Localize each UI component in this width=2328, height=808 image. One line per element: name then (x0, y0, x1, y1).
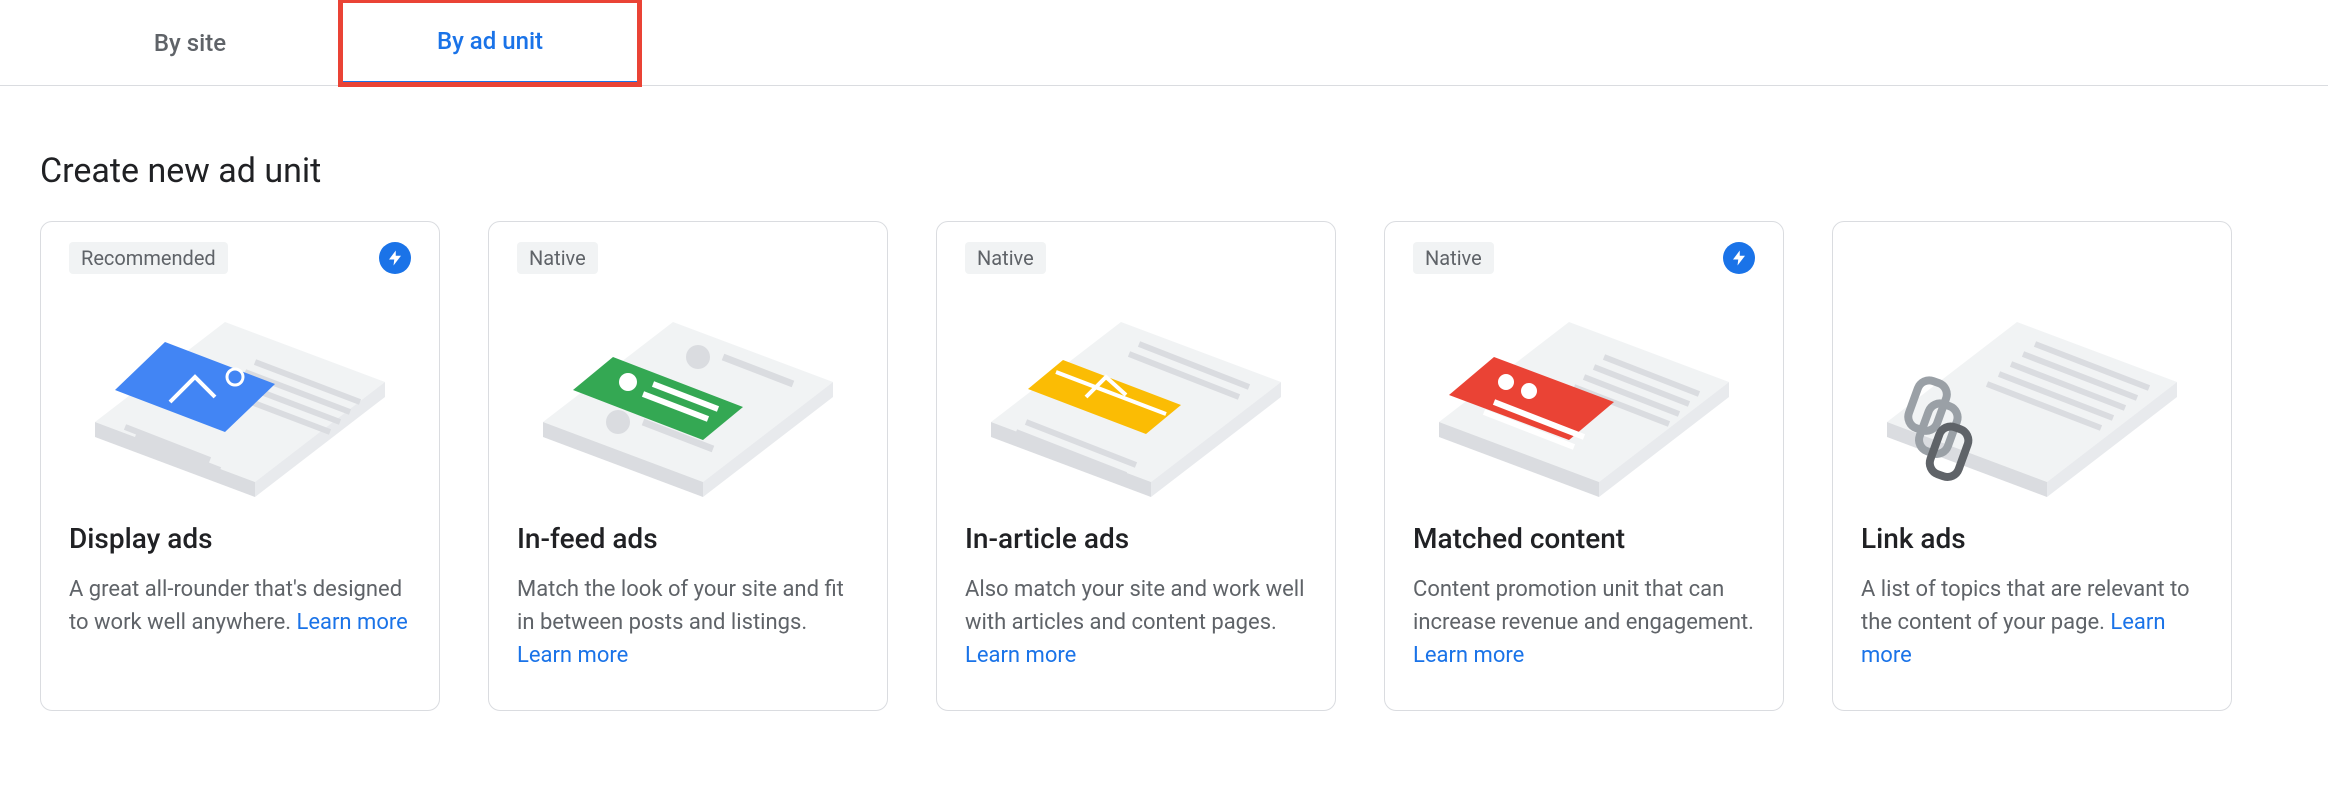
tab-by-ad-unit[interactable]: By ad unit (340, 0, 640, 85)
card-description: Content promotion unit that can increase… (1413, 573, 1755, 672)
card-desc-text: Match the look of your site and fit in b… (517, 577, 844, 635)
learn-more-link[interactable]: Learn more (1413, 643, 1524, 668)
card-matched-content[interactable]: Native (1384, 221, 1784, 711)
in-feed-ads-illustration-icon (517, 292, 859, 522)
tab-bar: By site By ad unit (0, 0, 2328, 86)
tab-label: By site (154, 29, 226, 57)
link-ads-illustration-icon (1861, 292, 2203, 522)
card-description: A list of topics that are relevant to th… (1861, 573, 2203, 672)
card-link-ads[interactable]: Link ads A list of topics that are relev… (1832, 221, 2232, 711)
card-title: Matched content (1413, 522, 1755, 555)
card-title: In-feed ads (517, 522, 859, 555)
card-title: In-article ads (965, 522, 1307, 555)
learn-more-link[interactable]: Learn more (965, 643, 1076, 668)
card-header: Native (965, 242, 1307, 282)
card-title: Link ads (1861, 522, 2203, 555)
tab-label: By ad unit (437, 27, 543, 55)
tab-by-site[interactable]: By site (40, 0, 340, 85)
card-description: Also match your site and work well with … (965, 573, 1307, 672)
display-ads-illustration-icon (69, 292, 411, 522)
card-desc-text: Also match your site and work well with … (965, 577, 1305, 635)
card-description: Match the look of your site and fit in b… (517, 573, 859, 672)
learn-more-link[interactable]: Learn more (297, 610, 408, 635)
card-header: Recommended (69, 242, 411, 282)
matched-content-illustration-icon (1413, 292, 1755, 522)
card-title: Display ads (69, 522, 411, 555)
badge-native: Native (1413, 242, 1494, 274)
learn-more-link[interactable]: Learn more (517, 643, 628, 668)
card-in-feed-ads[interactable]: Native (488, 221, 888, 711)
amp-icon (1723, 242, 1755, 274)
card-header (1861, 242, 2203, 282)
badge-native: Native (517, 242, 598, 274)
card-desc-text: Content promotion unit that can increase… (1413, 577, 1754, 635)
card-description: A great all-rounder that's designed to w… (69, 573, 411, 639)
card-display-ads[interactable]: Recommended (40, 221, 440, 711)
in-article-ads-illustration-icon (965, 292, 1307, 522)
card-in-article-ads[interactable]: Native (936, 221, 1336, 711)
amp-icon (379, 242, 411, 274)
badge-recommended: Recommended (69, 242, 228, 274)
badge-native: Native (965, 242, 1046, 274)
page-title: Create new ad unit (40, 151, 2328, 191)
ad-unit-cards: Recommended (0, 221, 2328, 711)
card-header: Native (1413, 242, 1755, 282)
card-header: Native (517, 242, 859, 282)
